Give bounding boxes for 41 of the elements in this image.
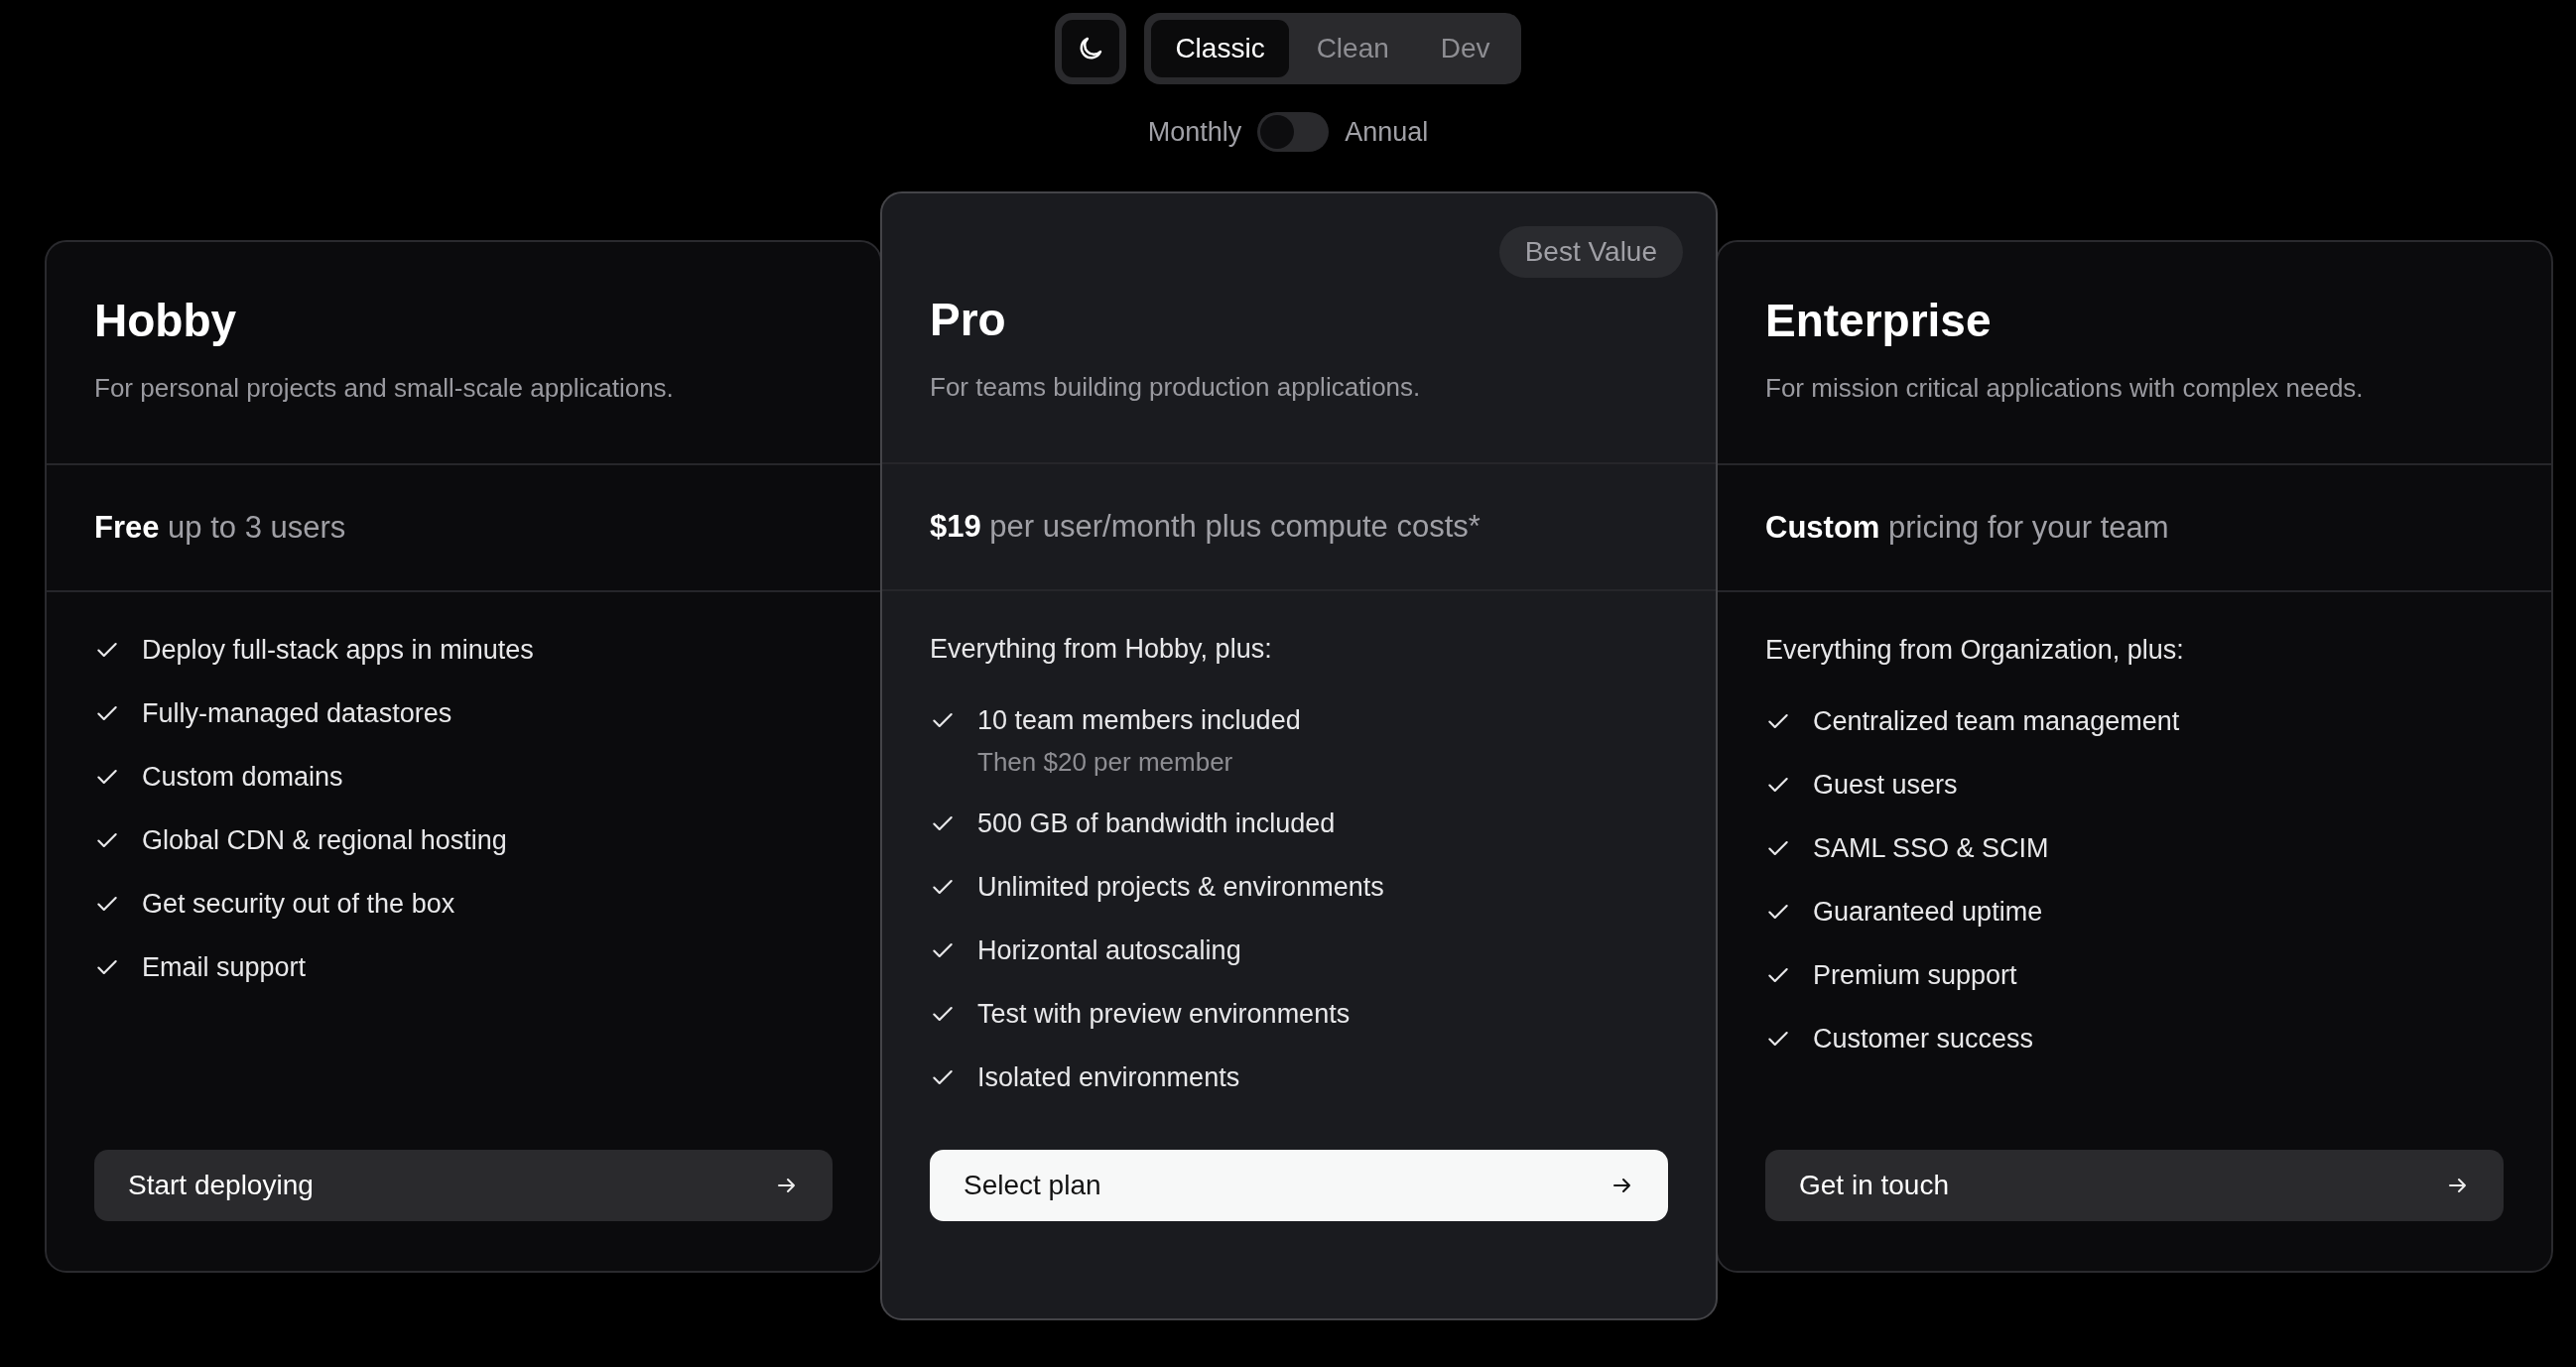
feature-text: Email support xyxy=(142,950,307,984)
plan-badge: Best Value xyxy=(1498,226,1683,278)
plan-price: $19 per user/month plus compute costs* xyxy=(930,509,1481,545)
style-tab[interactable]: Classic xyxy=(1151,20,1289,77)
feature-text: Guest users xyxy=(1813,768,1958,802)
feature-text: Premium support xyxy=(1813,958,2017,992)
billing-label: Monthly xyxy=(1147,116,1242,148)
plan-button[interactable]: Get in touch xyxy=(1765,1149,2504,1221)
feature-note: Then $20 per member xyxy=(977,746,1234,778)
feature-text: Custom domains xyxy=(142,760,343,794)
feature-text: Customer success xyxy=(1813,1022,2034,1056)
plan-button[interactable]: Select plan xyxy=(930,1150,1668,1221)
feature-text: Horizontal autoscaling xyxy=(977,934,1241,967)
style-tab[interactable]: Dev xyxy=(1416,20,1514,77)
plan-title: Pro xyxy=(930,293,1007,346)
feature-text: Global CDN & regional hosting xyxy=(142,823,507,857)
feature-text: Test with preview environments xyxy=(977,998,1351,1031)
feature-text: Fully-managed datastores xyxy=(142,696,452,730)
plan-description: For mission critical applications with complex needs. xyxy=(1765,372,2365,404)
billing-switch[interactable] xyxy=(1257,112,1330,152)
plan-description: For personal projects and small-scale applications. xyxy=(94,372,675,404)
features-intro: Everything from Hobby, plus: xyxy=(930,633,1273,666)
feature-text: Guaranteed uptime xyxy=(1813,895,2043,929)
plan-button[interactable]: Start deploying xyxy=(94,1149,833,1221)
feature-text: Get security out of the box xyxy=(142,887,455,921)
feature-text: 10 team members included xyxy=(977,704,1301,737)
style-tab[interactable]: Clean xyxy=(1292,20,1413,77)
plan-title: Enterprise xyxy=(1765,293,1993,347)
plan-description: For teams building production applications. xyxy=(930,372,1422,403)
plan-title: Hobby xyxy=(94,293,238,347)
theme-toggle-button[interactable] xyxy=(1055,13,1127,84)
plan-price: Custom pricing for your team xyxy=(1765,509,2169,546)
feature-text: Centralized team management xyxy=(1813,704,2180,738)
feature-text: SAML SSO & SCIM xyxy=(1813,831,2049,865)
plan-price: Free up to 3 users xyxy=(94,509,346,546)
feature-text: Deploy full-stack apps in minutes xyxy=(142,633,534,667)
feature-text: Isolated environments xyxy=(977,1061,1240,1094)
billing-label: Annual xyxy=(1345,116,1429,148)
feature-text: 500 GB of bandwidth included xyxy=(977,808,1336,840)
feature-text: Unlimited projects & environments xyxy=(977,871,1384,904)
features-intro: Everything from Organization, plus: xyxy=(1765,633,2185,667)
